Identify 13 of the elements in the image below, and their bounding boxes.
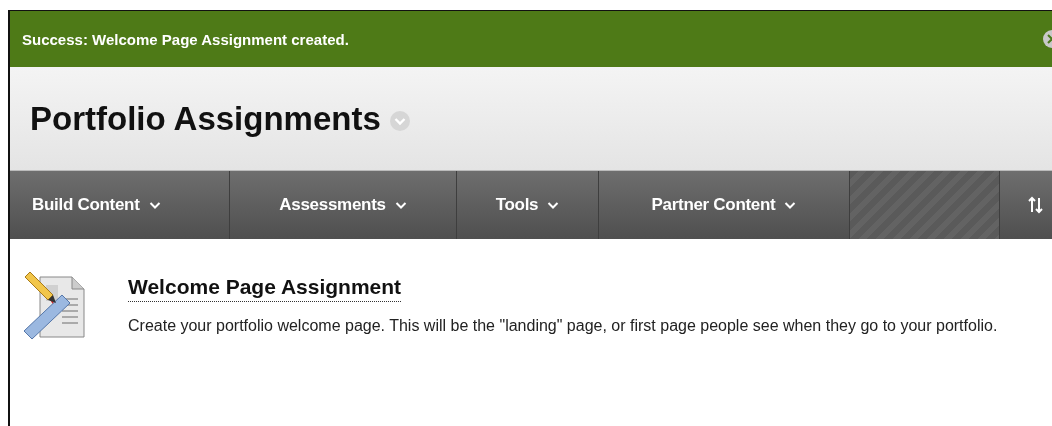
chevron-down-icon <box>394 201 407 209</box>
success-message: Success: Welcome Page Assignment created. <box>22 30 349 48</box>
document-ruler-pencil-icon <box>22 271 88 341</box>
page-title: Portfolio Assignments <box>30 99 381 138</box>
assignment-description: Create your portfolio welcome page. This will be the "landing" page, or first page people see when they go to your portfolio. <box>128 316 999 336</box>
menu-button[interactable]: Build Content <box>10 171 230 239</box>
chevron-down-icon <box>784 201 797 209</box>
chevron-down-icon <box>148 201 161 209</box>
sort-arrows-icon <box>1028 195 1043 215</box>
menu-button[interactable]: Assessments <box>230 171 457 239</box>
chevron-down-icon <box>547 201 560 209</box>
menu-button[interactable]: Tools <box>457 171 599 239</box>
assignment-link[interactable]: Welcome Page Assignment <box>128 275 402 302</box>
